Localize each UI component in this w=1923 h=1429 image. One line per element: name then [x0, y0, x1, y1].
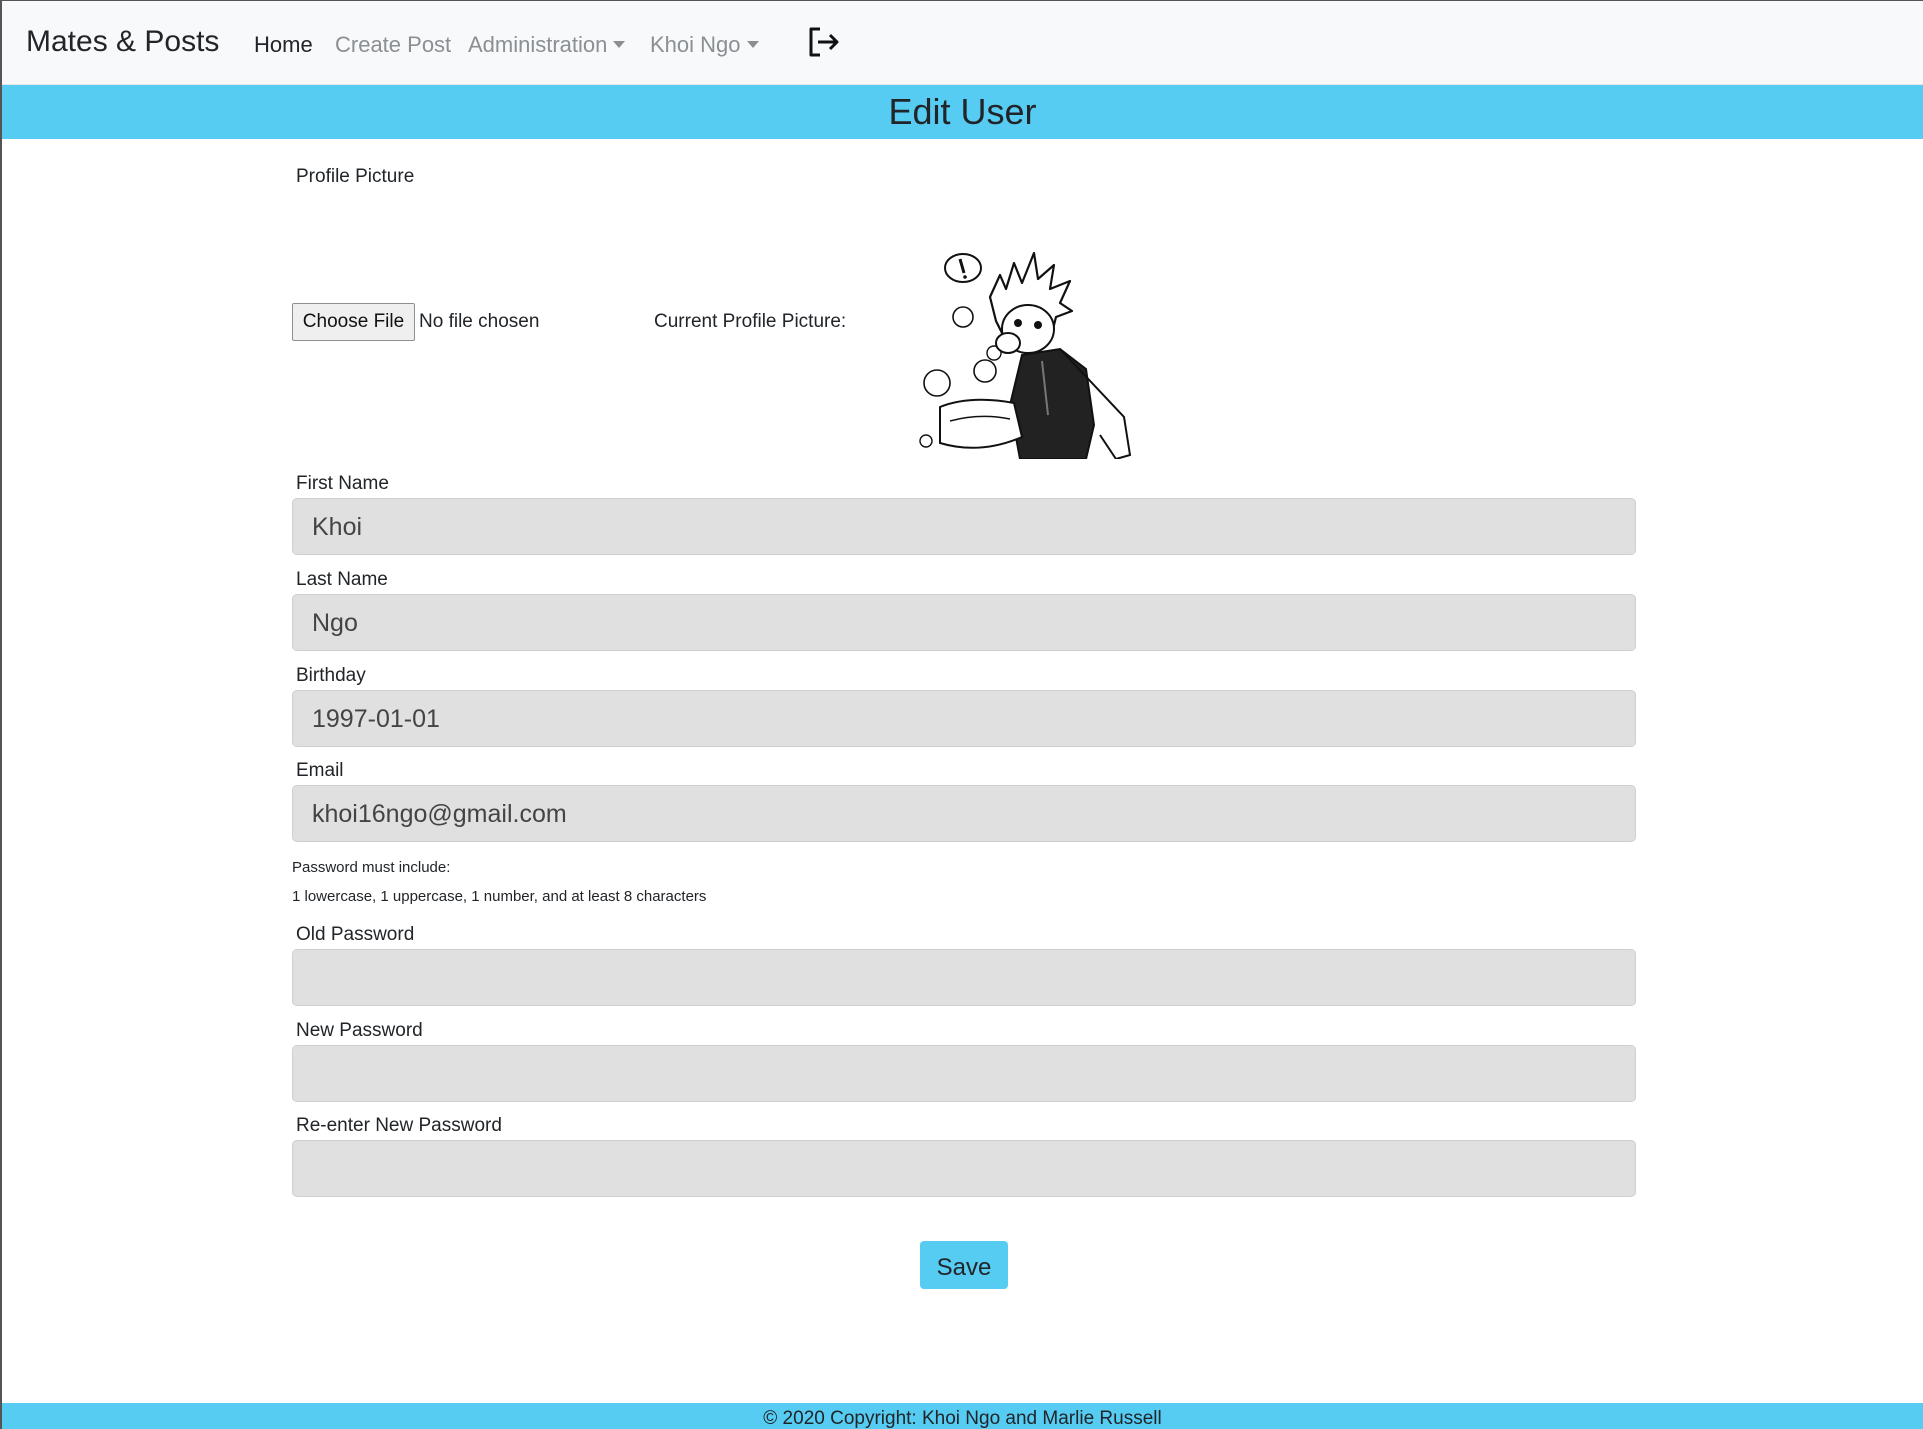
footer-copyright: © 2020 Copyright: Khoi Ngo and Marlie Ru…: [763, 1408, 1162, 1429]
reenter-password-label: Re-enter New Password: [296, 1115, 502, 1136]
profile-picture-image: [910, 245, 1132, 459]
password-hint-title: Password must include:: [292, 859, 451, 876]
birthday-label: Birthday: [296, 665, 366, 686]
first-name-label: First Name: [296, 473, 389, 494]
old-password-label: Old Password: [296, 924, 415, 945]
footer: © 2020 Copyright: Khoi Ngo and Marlie Ru…: [2, 1403, 1923, 1429]
birthday-field[interactable]: 1997-01-01: [292, 690, 1636, 747]
old-password-field[interactable]: [292, 949, 1636, 1006]
nav-home[interactable]: Home: [254, 32, 313, 58]
brand-logo[interactable]: Mates & Posts: [26, 25, 219, 59]
page-title: Edit User: [888, 91, 1037, 132]
email-label: Email: [296, 760, 344, 781]
new-password-field[interactable]: [292, 1045, 1636, 1102]
page-header: Edit User: [2, 85, 1923, 139]
last-name-label: Last Name: [296, 569, 388, 590]
nav-administration-dropdown[interactable]: Administration: [468, 32, 626, 58]
reenter-password-field[interactable]: [292, 1140, 1636, 1197]
app-window: Mates & Posts Home Create Post Administr…: [0, 0, 1923, 1429]
profile-picture-label: Profile Picture: [296, 166, 415, 187]
nav-user-label: Khoi Ngo: [650, 32, 741, 57]
current-picture-label: Current Profile Picture:: [654, 311, 847, 332]
nav-create-post[interactable]: Create Post: [335, 32, 451, 58]
nav-administration-label: Administration: [468, 32, 608, 57]
new-password-label: New Password: [296, 1020, 423, 1041]
email-field[interactable]: khoi16ngo@gmail.com: [292, 785, 1636, 842]
choose-file-button[interactable]: Choose File: [292, 303, 415, 341]
last-name-field[interactable]: Ngo: [292, 594, 1636, 651]
chevron-down-icon: [746, 41, 759, 48]
navbar: Mates & Posts Home Create Post Administr…: [2, 1, 1923, 85]
file-status-text: No file chosen: [419, 311, 540, 332]
password-hint-rules: 1 lowercase, 1 uppercase, 1 number, and …: [292, 888, 707, 905]
nav-user-dropdown[interactable]: Khoi Ngo: [650, 32, 759, 58]
logout-icon[interactable]: [806, 24, 842, 60]
first-name-field[interactable]: Khoi: [292, 498, 1636, 555]
save-button[interactable]: Save: [920, 1241, 1008, 1289]
chevron-down-icon: [613, 41, 626, 48]
